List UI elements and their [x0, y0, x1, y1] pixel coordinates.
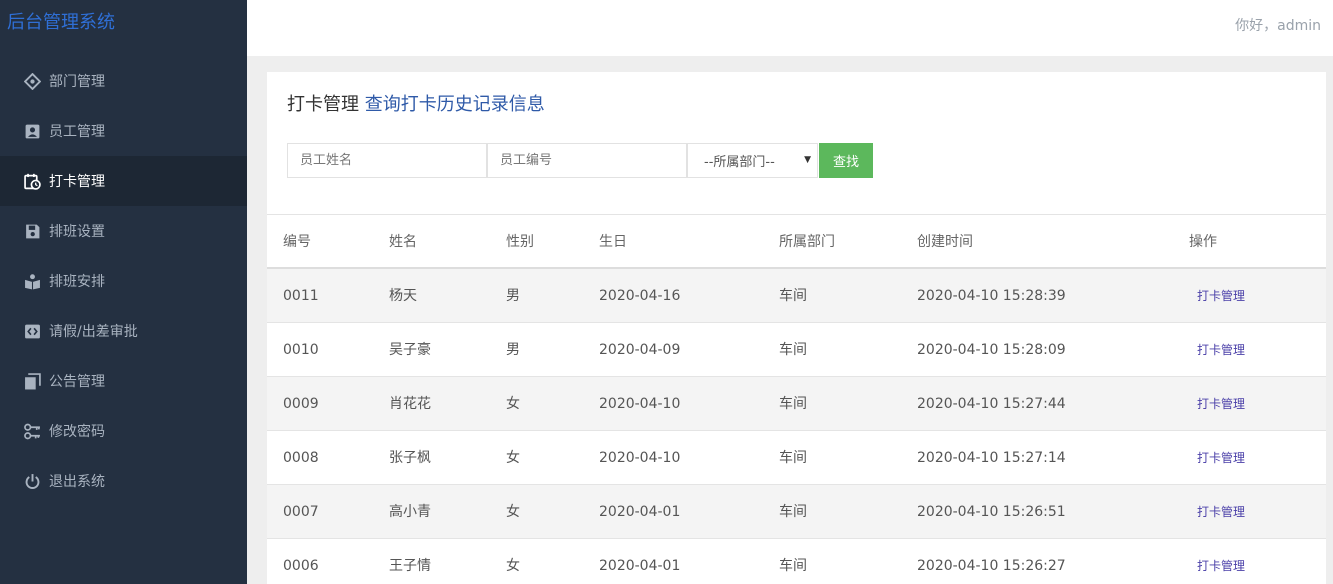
employee-code-input[interactable]	[487, 143, 687, 178]
table-row: 0006 王子情 女 2020-04-01 车间 2020-04-10 15:2…	[267, 539, 1326, 584]
cell-created-time: 2020-04-10 15:28:09	[917, 342, 1066, 358]
table-header-row: 编号 姓名 性别 生日 所属部门 创建时间 操作	[267, 215, 1326, 269]
sidebar-item-label: 打卡管理	[49, 174, 105, 190]
cell-name: 高小青	[389, 504, 431, 520]
cell-id: 0008	[283, 450, 319, 466]
cell-birthday: 2020-04-01	[599, 558, 681, 574]
sidebar-item-change-password[interactable]: 修改密码	[0, 406, 247, 456]
checkin-manage-link[interactable]: 打卡管理	[1197, 323, 1245, 377]
caret-down-icon: ▼	[804, 155, 811, 165]
cell-created-time: 2020-04-10 15:27:44	[917, 396, 1066, 412]
cell-id: 0006	[283, 558, 319, 574]
sidebar-item-label: 请假/出差审批	[49, 324, 138, 340]
sidebar-item-leave-approval[interactable]: 请假/出差审批	[0, 306, 247, 356]
cell-id: 0007	[283, 504, 319, 520]
checkin-manage-link[interactable]: 打卡管理	[1197, 269, 1245, 323]
sidebar-item-employee[interactable]: 员工管理	[0, 106, 247, 156]
department-select-value: --所属部门--	[704, 155, 775, 170]
column-header[interactable]: 性别	[506, 215, 534, 269]
sidebar-item-notice[interactable]: 公告管理	[0, 356, 247, 406]
user-greeting[interactable]: 你好，admin	[1235, 15, 1321, 35]
checkin-manage-link[interactable]: 打卡管理	[1197, 431, 1245, 485]
save-icon	[23, 222, 41, 240]
cell-gender: 女	[506, 558, 520, 574]
power-icon	[23, 472, 41, 490]
column-header[interactable]: 创建时间	[917, 215, 973, 269]
sidebar-item-label: 修改密码	[49, 424, 105, 440]
employee-icon	[23, 122, 41, 140]
sidebar: 后台管理系统 部门管理 员工管理 打卡管理 排班设置 排班安排 请假/出差审批 …	[0, 0, 247, 584]
reader-icon	[23, 272, 41, 290]
checkin-manage-link[interactable]: 打卡管理	[1197, 485, 1245, 539]
sidebar-item-label: 排班安排	[49, 274, 105, 290]
table-row: 0010 吴子豪 男 2020-04-09 车间 2020-04-10 15:2…	[267, 323, 1326, 377]
page-subtitle: 查询打卡历史记录信息	[364, 94, 545, 115]
cell-name: 张子枫	[389, 450, 431, 466]
department-select[interactable]: --所属部门-- ▼	[687, 143, 818, 178]
cell-birthday: 2020-04-09	[599, 342, 681, 358]
records-table: 编号 姓名 性别 生日 所属部门 创建时间 操作 0011 杨天 男 2020-…	[267, 214, 1326, 584]
cell-name: 吴子豪	[389, 342, 431, 358]
sidebar-item-shift-settings[interactable]: 排班设置	[0, 206, 247, 256]
checkin-manage-link[interactable]: 打卡管理	[1197, 377, 1245, 431]
cell-department: 车间	[779, 558, 807, 574]
cell-name: 杨天	[389, 288, 417, 304]
table-row: 0011 杨天 男 2020-04-16 车间 2020-04-10 15:28…	[267, 269, 1326, 323]
find-button[interactable]: 查找	[819, 143, 873, 178]
checkin-manage-link[interactable]: 打卡管理	[1197, 539, 1245, 584]
main-panel: 打卡管理 查询打卡历史记录信息 --所属部门-- ▼ 查找 编号 姓名 性别 生…	[267, 72, 1326, 584]
cell-gender: 女	[506, 396, 520, 412]
cell-name: 肖花花	[389, 396, 431, 412]
table-row: 0008 张子枫 女 2020-04-10 车间 2020-04-10 15:2…	[267, 431, 1326, 485]
cell-gender: 女	[506, 504, 520, 520]
calendar-clock-icon	[23, 172, 41, 190]
table-row: 0009 肖花花 女 2020-04-10 车间 2020-04-10 15:2…	[267, 377, 1326, 431]
cell-birthday: 2020-04-10	[599, 396, 681, 412]
cell-gender: 男	[506, 342, 520, 358]
sidebar-item-shift-schedule[interactable]: 排班安排	[0, 256, 247, 306]
cell-gender: 女	[506, 450, 520, 466]
page-title: 打卡管理 查询打卡历史记录信息	[287, 90, 545, 116]
cell-department: 车间	[779, 396, 807, 412]
table-row: 0007 高小青 女 2020-04-01 车间 2020-04-10 15:2…	[267, 485, 1326, 539]
column-header[interactable]: 姓名	[389, 215, 417, 269]
cell-department: 车间	[779, 288, 807, 304]
cell-department: 车间	[779, 504, 807, 520]
cell-birthday: 2020-04-01	[599, 504, 681, 520]
sidebar-item-label: 排班设置	[49, 224, 105, 240]
keys-icon	[23, 422, 41, 440]
page-title-main: 打卡管理	[287, 94, 359, 115]
sidebar-item-dept[interactable]: 部门管理	[0, 56, 247, 106]
column-header[interactable]: 操作	[1189, 215, 1217, 269]
cell-created-time: 2020-04-10 15:26:27	[917, 558, 1066, 574]
sidebar-item-label: 退出系统	[49, 474, 105, 490]
sidebar-item-label: 员工管理	[49, 124, 105, 140]
column-header[interactable]: 编号	[283, 215, 311, 269]
sidebar-item-checkin[interactable]: 打卡管理	[0, 156, 247, 206]
cell-id: 0009	[283, 396, 319, 412]
column-header[interactable]: 所属部门	[779, 215, 835, 269]
cell-department: 车间	[779, 342, 807, 358]
cell-birthday: 2020-04-10	[599, 450, 681, 466]
top-bar: 你好，admin	[247, 0, 1333, 56]
dept-icon	[23, 72, 41, 90]
employee-name-input[interactable]	[287, 143, 487, 178]
cell-created-time: 2020-04-10 15:26:51	[917, 504, 1066, 520]
app-brand[interactable]: 后台管理系统	[0, 0, 247, 48]
sidebar-item-label: 公告管理	[49, 374, 105, 390]
cell-created-time: 2020-04-10 15:27:14	[917, 450, 1066, 466]
code-icon	[23, 322, 41, 340]
cell-name: 王子情	[389, 558, 431, 574]
documents-icon	[23, 372, 41, 390]
cell-id: 0011	[283, 288, 319, 304]
column-header[interactable]: 生日	[599, 215, 627, 269]
cell-id: 0010	[283, 342, 319, 358]
cell-department: 车间	[779, 450, 807, 466]
cell-created-time: 2020-04-10 15:28:39	[917, 288, 1066, 304]
cell-birthday: 2020-04-16	[599, 288, 681, 304]
sidebar-item-label: 部门管理	[49, 74, 105, 90]
sidebar-item-logout[interactable]: 退出系统	[0, 456, 247, 506]
cell-gender: 男	[506, 288, 520, 304]
